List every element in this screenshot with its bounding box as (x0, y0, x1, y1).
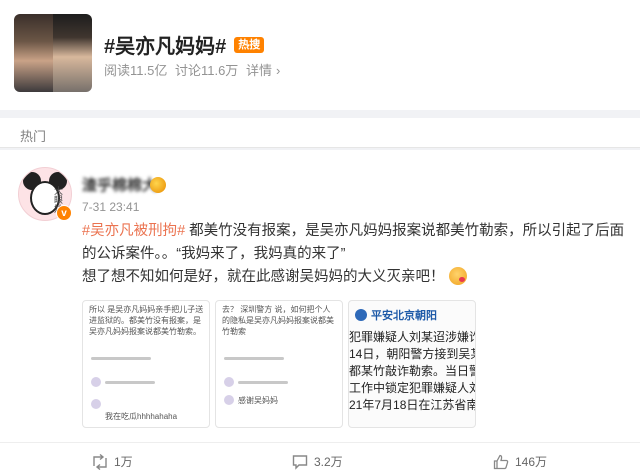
image-2-avatar-dot-2 (224, 395, 234, 405)
image-3-line: 工作中锁定犯罪嫌疑人刘某 (349, 381, 475, 395)
comment-count: 3.2万 (314, 455, 343, 469)
repost-button[interactable]: 1万 (92, 453, 133, 470)
image-1-avatar-dot (91, 377, 101, 387)
discuss-count: 讨论11.6万 (174, 63, 239, 78)
hot-badge: 热搜 (234, 36, 265, 53)
image-1-reply: 我在吃瓜hhhhahaha (105, 412, 178, 421)
image-1-caption: 所以 是吴亦凡妈妈亲手把儿子送进监狱的。都美竹没有报案，是吴亦凡妈妈报案说都美竹… (89, 305, 204, 336)
comment-button[interactable]: 3.2万 (292, 453, 343, 470)
image-3-header: 平安北京朝阳 (355, 307, 437, 323)
user-badge-icon (150, 177, 166, 193)
police-badge-icon (355, 309, 367, 321)
like-count: 146万 (515, 455, 548, 469)
verified-icon: v (56, 205, 72, 221)
image-2-avatar-dot (224, 377, 234, 387)
section-header: 热门 (0, 118, 640, 148)
topic-title: #吴亦凡妈妈# 热搜 (104, 30, 265, 59)
image-1-avatar-dot-2 (91, 399, 101, 409)
image-3-line: 犯罪嫌疑人刘某迢涉嫌诈骗 (349, 330, 475, 344)
image-2-reply: 感谢吴妈妈 (238, 396, 278, 405)
image-3-line: 21年7月18日在江苏省南 (349, 398, 476, 412)
image-3-line: 14日，朝阳警方接到吴某 (349, 347, 476, 361)
image-1-comment-line (105, 381, 155, 384)
post-image-2[interactable]: 去？ 深圳警方 说，如何把个人的隐私是吴亦凡妈妈报案说都美竹勒索 感谢吴妈妈 (215, 300, 343, 428)
image-3-line: 都某竹敲诈勒索。当日警方 (349, 364, 475, 378)
image-1-divider (91, 357, 151, 360)
repost-count: 1万 (114, 455, 133, 469)
image-3-account-name: 平安北京朝阳 (371, 310, 437, 322)
detail-link[interactable]: 详情 › (246, 63, 284, 78)
post-card: 大眼妹 v 渣乎棉棉大 7-31 23:41 #吴亦凡被刑拘# 都美竹没有报案，… (0, 150, 640, 475)
kiss-emoji-icon (448, 267, 467, 285)
post-images: 所以 是吴亦凡妈妈亲手把儿子送进监狱的。都美竹没有报案，是吴亦凡妈妈报案说都美竹… (82, 300, 476, 428)
post-time[interactable]: 7-31 23:41 (82, 200, 139, 214)
topic-title-text: #吴亦凡妈妈# (104, 36, 227, 58)
post-image-1[interactable]: 所以 是吴亦凡妈妈亲手把儿子送进监狱的。都美竹没有报案，是吴亦凡妈妈报案说都美竹… (82, 300, 210, 428)
section-title: 热门 (20, 129, 47, 144)
thumbnail-photo-left (14, 14, 53, 92)
detail-label: 详情 (245, 63, 272, 78)
action-bar: 1万 3.2万 146万 (0, 442, 640, 475)
post-text: #吴亦凡被刑拘# 都美竹没有报案，是吴亦凡妈妈报案说都美竹勒索，所以引起了后面的… (82, 220, 627, 289)
hashtag-link[interactable]: #吴亦凡被刑拘# (82, 223, 185, 239)
image-2-caption: 去？ 深圳警方 说，如何把个人的隐私是吴亦凡妈妈报案说都美竹勒索 (222, 305, 334, 336)
username[interactable]: 渣乎棉棉大 (82, 174, 157, 195)
image-3-text: 犯罪嫌疑人刘某迢涉嫌诈骗 14日，朝阳警方接到吴某 都某竹敲诈勒索。当日警方 工… (349, 329, 476, 414)
comment-icon (292, 454, 308, 470)
post-text-line2: 想了想不知如何是好，就在此感谢吴妈妈的大义灭亲吧！ (82, 269, 445, 285)
topic-card: #吴亦凡妈妈# 热搜 阅读11.5亿 讨论11.6万 详情 › (0, 0, 640, 110)
image-2-comment-line (238, 381, 288, 384)
topic-thumbnail[interactable] (14, 14, 92, 92)
repost-icon (93, 453, 107, 470)
thumbnail-photo-right (53, 14, 92, 92)
topic-stats: 阅读11.5亿 讨论11.6万 详情 › (104, 60, 288, 79)
read-count: 阅读11.5亿 (104, 63, 168, 78)
chevron-right-icon: › (275, 63, 281, 78)
like-button[interactable]: 146万 (493, 453, 547, 470)
image-2-divider (224, 357, 284, 360)
thumbs-up-icon (493, 454, 509, 469)
post-image-3[interactable]: 平安北京朝阳 犯罪嫌疑人刘某迢涉嫌诈骗 14日，朝阳警方接到吴某 都某竹敲诈勒索… (348, 300, 476, 428)
